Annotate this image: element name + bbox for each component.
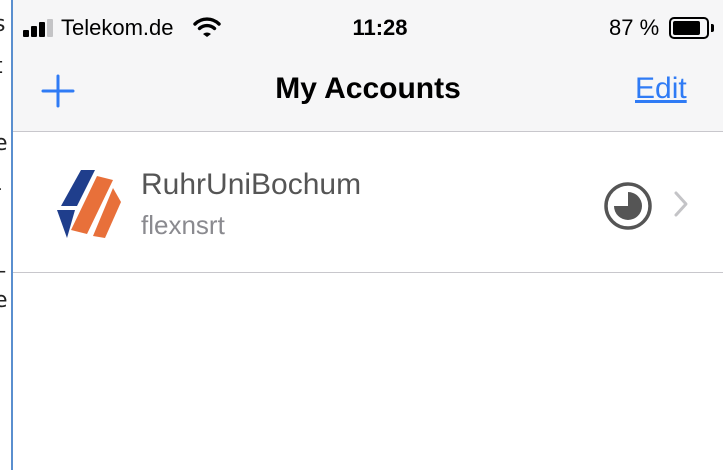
background-text-fragment: e xyxy=(0,131,8,156)
signal-strength-icon xyxy=(23,19,57,37)
background-text-fragment: . xyxy=(0,94,1,116)
chevron-right-icon xyxy=(674,191,688,217)
add-account-button[interactable] xyxy=(41,74,75,108)
edit-button[interactable]: Edit xyxy=(635,72,687,106)
page-title: My Accounts xyxy=(275,72,461,105)
carrier-name: Telekom.de xyxy=(61,15,174,40)
navigation-header: Telekom.de 11:28 87 % My Accounts Edit xyxy=(13,0,723,132)
wifi-icon xyxy=(193,17,221,37)
account-username: flexnsrt xyxy=(141,210,225,240)
account-row[interactable]: RuhrUniBochum flexnsrt xyxy=(13,132,723,273)
background-text-fragment: t xyxy=(0,56,3,78)
battery-percentage: 87 % xyxy=(609,15,660,40)
plus-icon xyxy=(41,74,75,108)
clock: 11:28 xyxy=(352,15,408,40)
account-name: RuhrUniBochum xyxy=(141,168,362,201)
background-text-fragment: e xyxy=(0,288,8,313)
ruhr-uni-bochum-logo xyxy=(57,170,121,238)
battery-icon xyxy=(669,17,715,39)
background-document: s t . e - _ e xyxy=(0,0,11,470)
background-text-fragment: - xyxy=(0,178,2,200)
timer-icon xyxy=(604,182,652,230)
background-text-fragment: _ xyxy=(0,250,5,272)
status-bar: Telekom.de 11:28 87 % xyxy=(13,0,723,48)
background-text-fragment: s xyxy=(0,14,5,36)
phone-screen: Telekom.de 11:28 87 % My Accounts Edit R… xyxy=(13,0,723,470)
